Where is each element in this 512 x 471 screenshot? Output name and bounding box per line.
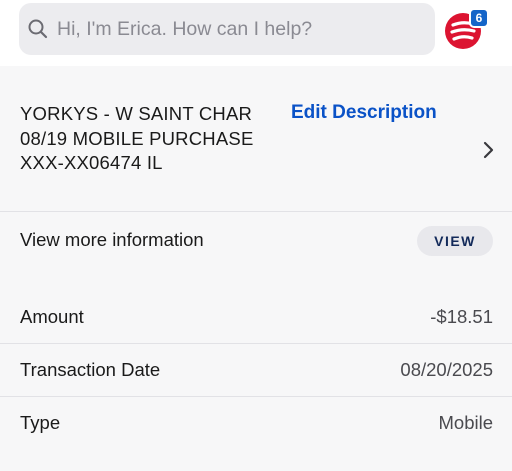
chevron-right-icon[interactable] bbox=[482, 141, 496, 159]
detail-row-amount: Amount -$18.51 bbox=[0, 291, 512, 344]
amount-value: -$18.51 bbox=[430, 306, 493, 327]
transaction-details: YORKYS - W SAINT CHAR 08/19 MOBILE PURCH… bbox=[0, 66, 512, 471]
erica-search-input[interactable]: Hi, I'm Erica. How can I help? bbox=[19, 3, 435, 55]
merchant-description: YORKYS - W SAINT CHAR 08/19 MOBILE PURCH… bbox=[20, 103, 254, 173]
top-bar: Hi, I'm Erica. How can I help? 6 bbox=[0, 0, 512, 66]
erica-button[interactable]: 6 bbox=[445, 8, 491, 50]
view-more-row: View more information VIEW bbox=[0, 213, 512, 271]
notification-badge: 6 bbox=[469, 8, 489, 28]
detail-row-type: Type Mobile bbox=[0, 397, 512, 450]
amount-label: Amount bbox=[20, 306, 84, 327]
type-value: Mobile bbox=[438, 412, 494, 433]
detail-row-transaction-date: Transaction Date 08/20/2025 bbox=[0, 344, 512, 397]
search-icon bbox=[28, 19, 48, 39]
transaction-date-label: Transaction Date bbox=[20, 359, 161, 380]
search-placeholder: Hi, I'm Erica. How can I help? bbox=[57, 17, 313, 40]
transaction-date-value: 08/20/2025 bbox=[400, 359, 493, 380]
view-more-label: View more information bbox=[20, 229, 204, 250]
type-label: Type bbox=[20, 412, 61, 433]
description-row[interactable]: YORKYS - W SAINT CHAR 08/19 MOBILE PURCH… bbox=[0, 66, 512, 212]
view-button[interactable]: VIEW bbox=[417, 226, 493, 256]
edit-description-link[interactable]: Edit Description bbox=[291, 102, 437, 124]
